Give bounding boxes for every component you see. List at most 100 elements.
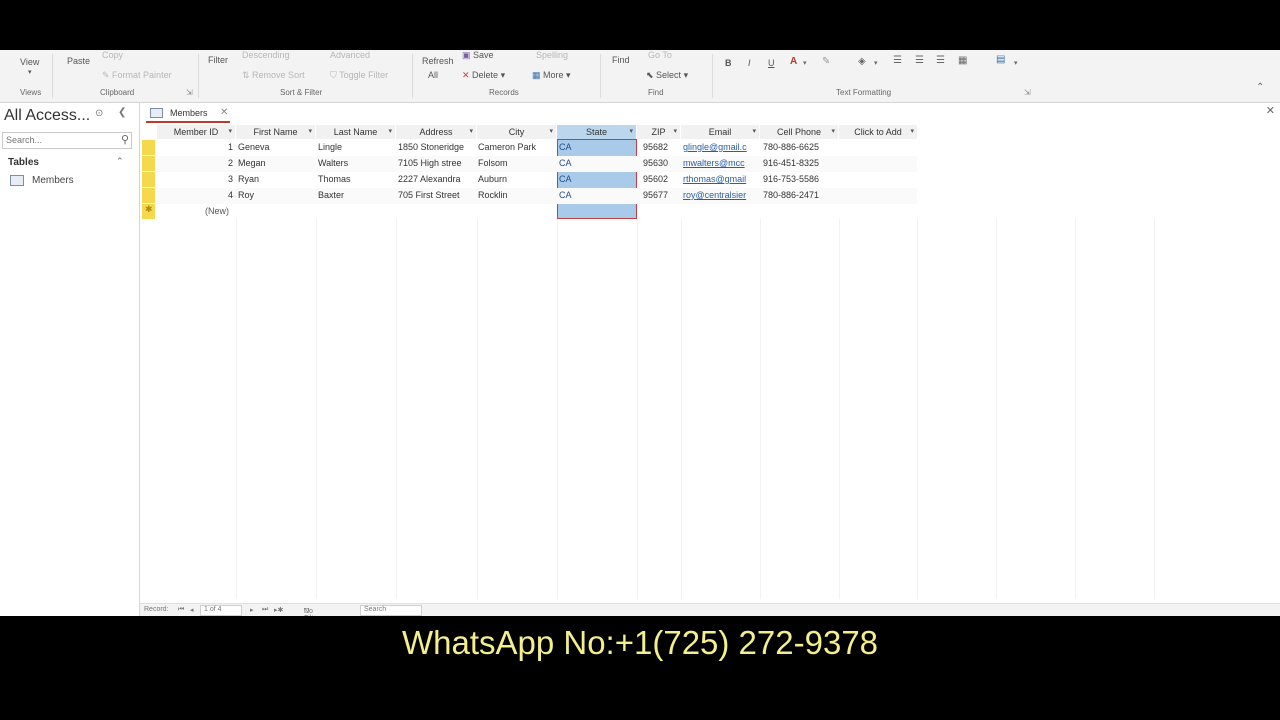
record-selector[interactable] <box>142 188 155 203</box>
cell-email[interactable]: rthomas@gmail <box>683 172 759 187</box>
align-left-icon[interactable]: ☰ <box>893 55 902 66</box>
align-right-icon[interactable]: ☰ <box>936 55 945 66</box>
cell-first-name[interactable]: Geneva <box>238 140 270 155</box>
column-header-address[interactable]: Address ▾ <box>396 125 477 139</box>
cell-city[interactable]: Auburn <box>478 172 556 187</box>
cell-address[interactable]: 1850 Stoneridge <box>398 140 476 155</box>
cell-city[interactable]: Folsom <box>478 156 556 171</box>
cell-first-name[interactable]: Megan <box>238 156 266 171</box>
column-header-last-name[interactable]: Last Name ▾ <box>316 125 396 139</box>
record-selector[interactable] <box>142 172 155 187</box>
format-painter-button[interactable]: ✎ Format Painter <box>102 70 172 81</box>
font-color-icon[interactable]: A <box>790 56 797 67</box>
chevron-down-icon[interactable]: ▾ <box>910 125 914 139</box>
cell-state[interactable]: CA <box>559 172 572 187</box>
chevron-down-icon[interactable]: ▾ <box>831 125 835 139</box>
cell-first-name[interactable]: Ryan <box>238 172 259 187</box>
next-record-icon[interactable]: ▸ <box>250 606 254 614</box>
cell-email[interactable]: glingle@gmail.c <box>683 140 759 155</box>
copy-button[interactable]: Copy <box>102 50 123 60</box>
cell-email[interactable]: mwalters@mcc <box>683 156 759 171</box>
italic-button[interactable]: I <box>748 58 751 68</box>
cell-first-name[interactable]: Roy <box>238 188 254 203</box>
chevron-down-icon[interactable]: ▾ <box>308 125 312 139</box>
cell-state[interactable]: CA <box>559 140 572 155</box>
nav-item-members[interactable]: Members <box>10 175 74 186</box>
chevron-down-icon[interactable]: ▾ <box>469 125 473 139</box>
cell-address[interactable]: 2227 Alexandra <box>398 172 476 187</box>
refresh-button[interactable]: Refresh <box>422 56 454 66</box>
column-header-cell-phone[interactable]: Cell Phone ▾ <box>760 125 839 139</box>
column-header-zip[interactable]: ZIP ▾ <box>637 125 681 139</box>
cell-cell-phone[interactable]: 916-451-8325 <box>763 156 819 171</box>
chevron-down-icon[interactable]: ▾ <box>549 125 553 139</box>
cell-cell-phone[interactable]: 780-886-2471 <box>763 188 819 203</box>
chevron-down-icon[interactable]: ▾ <box>388 125 392 139</box>
close-icon[interactable]: ✕ <box>1266 104 1275 117</box>
column-header-click-to-add[interactable]: Click to Add ▾ <box>839 125 918 139</box>
new-record-nav-icon[interactable]: ▸✱ <box>274 606 283 614</box>
chevron-down-icon[interactable]: ▾ <box>228 125 232 139</box>
cell-state[interactable]: CA <box>559 156 572 171</box>
text-formatting-launcher-icon[interactable]: ⇲ <box>1024 88 1031 97</box>
cell-member-id[interactable]: 2 <box>228 156 233 171</box>
cell-zip[interactable]: 95602 <box>643 172 668 187</box>
column-header-email[interactable]: Email ▾ <box>681 125 760 139</box>
first-record-icon[interactable]: ⏮ <box>178 606 184 614</box>
cell-last-name[interactable]: Thomas <box>318 172 351 187</box>
collapse-group-icon[interactable]: ⌃ <box>116 156 124 167</box>
fill-color-dropdown-icon[interactable]: ▾ <box>874 59 878 67</box>
cell-cell-phone[interactable]: 916-753-5586 <box>763 172 819 187</box>
status-search-box[interactable]: Search <box>360 605 422 616</box>
filter-button[interactable]: Filter <box>208 55 228 65</box>
advanced-button[interactable]: Advanced <box>330 50 370 60</box>
chevron-down-icon[interactable]: ▾ <box>752 125 756 139</box>
cell-member-id[interactable]: 1 <box>228 140 233 155</box>
record-selector[interactable] <box>142 140 155 155</box>
alternate-row-color-icon[interactable]: ▤ <box>996 54 1005 65</box>
cell-zip[interactable]: 95682 <box>643 140 668 155</box>
toggle-filter-button[interactable]: ⛉ Toggle Filter <box>330 70 388 81</box>
nav-search-box[interactable]: Search... ⚲ <box>2 132 132 149</box>
cell-member-id[interactable]: 4 <box>228 188 233 203</box>
alternate-row-dropdown-icon[interactable]: ▾ <box>1014 59 1018 67</box>
more-button[interactable]: ▦ More ▾ <box>532 70 571 81</box>
goto-button[interactable]: Go To <box>648 50 672 60</box>
remove-sort-button[interactable]: ⇅ Remove Sort <box>242 70 305 81</box>
cell-address[interactable]: 705 First Street <box>398 188 476 203</box>
align-center-icon[interactable]: ☰ <box>915 55 924 66</box>
highlight-icon[interactable]: ✎ <box>822 56 830 67</box>
clipboard-launcher-icon[interactable]: ⇲ <box>186 88 193 97</box>
cell-last-name[interactable]: Baxter <box>318 188 344 203</box>
cell-state[interactable]: CA <box>559 188 572 203</box>
view-dropdown-icon[interactable]: ▾ <box>28 68 32 76</box>
previous-record-icon[interactable]: ◂ <box>190 606 194 614</box>
chevron-down-icon[interactable]: ▾ <box>673 125 677 139</box>
underline-button[interactable]: U <box>768 58 775 68</box>
last-record-icon[interactable]: ⏭ <box>262 606 268 614</box>
record-number-box[interactable]: 1 of 4 <box>200 605 242 616</box>
fill-color-icon[interactable]: ◈ <box>858 56 866 67</box>
save-button[interactable]: ▣ Save <box>462 50 494 61</box>
tab-members[interactable]: Members ✕ <box>146 105 230 123</box>
nav-group-tables[interactable]: Tables <box>8 157 39 168</box>
cell-address[interactable]: 7105 High stree <box>398 156 476 171</box>
new-record-placeholder[interactable]: (New) <box>205 204 229 219</box>
shutter-bar-icon[interactable]: ❮ <box>118 107 126 118</box>
cell-cell-phone[interactable]: 780-886-6625 <box>763 140 819 155</box>
cell-city[interactable]: Cameron Park <box>478 140 556 155</box>
nav-menu-icon[interactable]: ⊙ <box>95 108 103 119</box>
collapse-ribbon-icon[interactable]: ⌃ <box>1256 82 1264 93</box>
column-header-member-id[interactable]: Member ID ▾ <box>157 125 236 139</box>
find-button[interactable]: Find <box>612 55 630 65</box>
chevron-down-icon[interactable]: ▾ <box>629 125 633 139</box>
cell-last-name[interactable]: Walters <box>318 156 348 171</box>
paste-button[interactable]: Paste <box>67 56 90 66</box>
cell-zip[interactable]: 95677 <box>643 188 668 203</box>
nav-pane-title[interactable]: All Access... <box>4 107 90 125</box>
gridlines-icon[interactable]: ▦ <box>958 55 967 66</box>
cell-last-name[interactable]: Lingle <box>318 140 342 155</box>
delete-button[interactable]: ✕ Delete ▾ <box>462 70 505 81</box>
column-header-state[interactable]: State ▾ <box>557 125 637 139</box>
close-tab-icon[interactable]: ✕ <box>220 107 228 118</box>
